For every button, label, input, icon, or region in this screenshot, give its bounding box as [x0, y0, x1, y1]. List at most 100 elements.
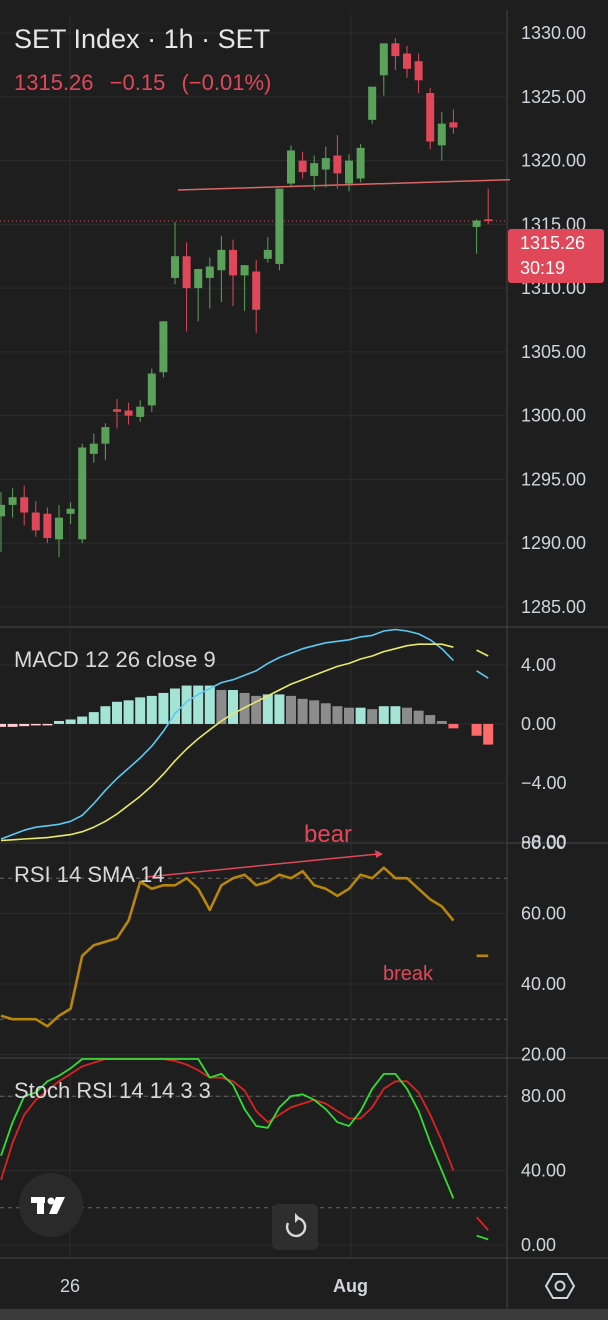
macd-histogram-bar	[390, 706, 401, 724]
candle-body	[275, 188, 284, 264]
symbol-title: SET Index · 1h · SET	[14, 24, 271, 54]
candle-body	[240, 265, 249, 276]
y-tick-label: −4.00	[521, 773, 567, 793]
macd-histogram-bar	[65, 719, 76, 724]
candle-body	[124, 410, 133, 416]
candle-body	[356, 147, 365, 179]
macd-histogram-bar	[378, 706, 389, 724]
candle-body	[426, 93, 435, 142]
rsi-label[interactable]: RSI 14 SMA 14	[14, 862, 164, 888]
macd-histogram-bar	[193, 685, 204, 724]
y-tick-label: 1285.00	[521, 597, 586, 617]
candle-body	[484, 219, 493, 222]
y-tick-label: 1320.00	[521, 151, 586, 171]
candle-body	[171, 256, 179, 278]
candle-body	[379, 43, 388, 76]
macd-histogram-bar	[297, 698, 308, 724]
bear-annotation: bear	[304, 821, 352, 848]
macd-histogram-bar	[402, 707, 412, 724]
candle-body	[89, 443, 98, 454]
candle-body	[20, 497, 29, 513]
candle-body	[229, 249, 237, 276]
candle-body	[113, 409, 121, 412]
last-price: 1315.26	[14, 70, 94, 95]
settings-hexagon-icon	[544, 1273, 576, 1299]
candle-body	[147, 373, 156, 406]
price-change: −0.15	[109, 70, 166, 95]
candle-body	[136, 406, 145, 417]
macd-histogram-bar	[100, 706, 111, 724]
reset-chart-icon	[285, 1213, 307, 1238]
y-tick-label: 1295.00	[521, 469, 586, 489]
macd-histogram-bar	[19, 723, 30, 727]
reset-chart-button[interactable]	[272, 1204, 318, 1250]
y-tick-label: 0.00	[521, 714, 556, 734]
macd-histogram-bar	[112, 701, 122, 724]
macd-histogram-bar	[367, 709, 378, 724]
price-readout: 1315.26 −0.15 (−0.01%)	[14, 70, 281, 96]
macd-histogram-bar	[123, 700, 134, 724]
candle-body	[414, 61, 423, 81]
macd-histogram-bar	[425, 715, 436, 724]
x-tick-label: 26	[60, 1276, 80, 1296]
y-tick-label: 1330.00	[521, 23, 586, 43]
y-tick-label: 1290.00	[521, 533, 586, 553]
y-tick-label: 40.00	[521, 974, 566, 994]
macd-histogram-bar	[413, 710, 424, 724]
candle-body	[78, 447, 87, 540]
candle-body	[8, 497, 17, 505]
macd-histogram-bar	[146, 695, 157, 724]
candle-body	[43, 513, 52, 539]
macd-histogram-bar	[30, 723, 41, 726]
candle-body	[298, 160, 307, 173]
candle-body	[252, 271, 261, 310]
bottom-scrollbar[interactable]	[0, 1309, 608, 1320]
candle-body	[345, 160, 353, 184]
candle-body	[321, 158, 330, 170]
y-tick-label: 1305.00	[521, 342, 586, 362]
break-annotation: break	[383, 963, 434, 985]
macd-histogram-bar	[7, 723, 18, 727]
candle-body	[194, 269, 203, 289]
macd-histogram-bar	[309, 700, 320, 724]
macd-histogram-bar	[471, 723, 482, 736]
settings-button[interactable]	[540, 1266, 580, 1306]
candle-body	[55, 517, 63, 540]
candle-body	[182, 256, 191, 289]
stoch-rsi-label[interactable]: Stoch RSI 14 14 3 3	[14, 1078, 211, 1104]
candle-body	[403, 53, 411, 69]
candle-body	[0, 504, 5, 517]
macd-histogram-bar	[158, 692, 169, 724]
candle-body	[368, 86, 377, 120]
macd-histogram-bar	[320, 703, 331, 724]
candle-body	[472, 220, 481, 227]
price-tag-value: 1315.26	[520, 233, 586, 253]
candle-body	[217, 249, 226, 271]
candle-body	[391, 43, 400, 57]
price-tag-countdown: 30:19	[520, 258, 566, 278]
macd-histogram-bar	[344, 707, 354, 724]
y-tick-label: 20.00	[521, 1044, 566, 1064]
candle-body	[66, 508, 75, 514]
macd-label[interactable]: MACD 12 26 close 9	[14, 647, 216, 673]
macd-histogram-bar	[355, 707, 366, 724]
macd-histogram-bar	[54, 720, 64, 724]
candle-body	[205, 266, 214, 278]
candle-body	[449, 122, 458, 128]
candle-body	[31, 512, 40, 531]
macd-histogram-bar	[332, 706, 343, 724]
tradingview-logo-icon[interactable]	[19, 1173, 83, 1237]
y-tick-label: 0.00	[521, 1235, 556, 1255]
macd-histogram-bar	[0, 723, 6, 727]
macd-histogram-bar	[77, 716, 88, 724]
y-tick-label: 4.00	[521, 655, 556, 675]
candle-body	[437, 123, 446, 146]
candle-body	[101, 427, 110, 444]
macd-histogram-bar	[483, 723, 494, 745]
candle-body	[310, 163, 319, 176]
y-tick-label: 40.00	[521, 1161, 566, 1181]
macd-histogram-bar	[204, 685, 215, 724]
y-tick-label: 80.00	[521, 1086, 566, 1106]
macd-histogram-bar	[228, 689, 238, 724]
macd-histogram-bar	[274, 694, 285, 724]
